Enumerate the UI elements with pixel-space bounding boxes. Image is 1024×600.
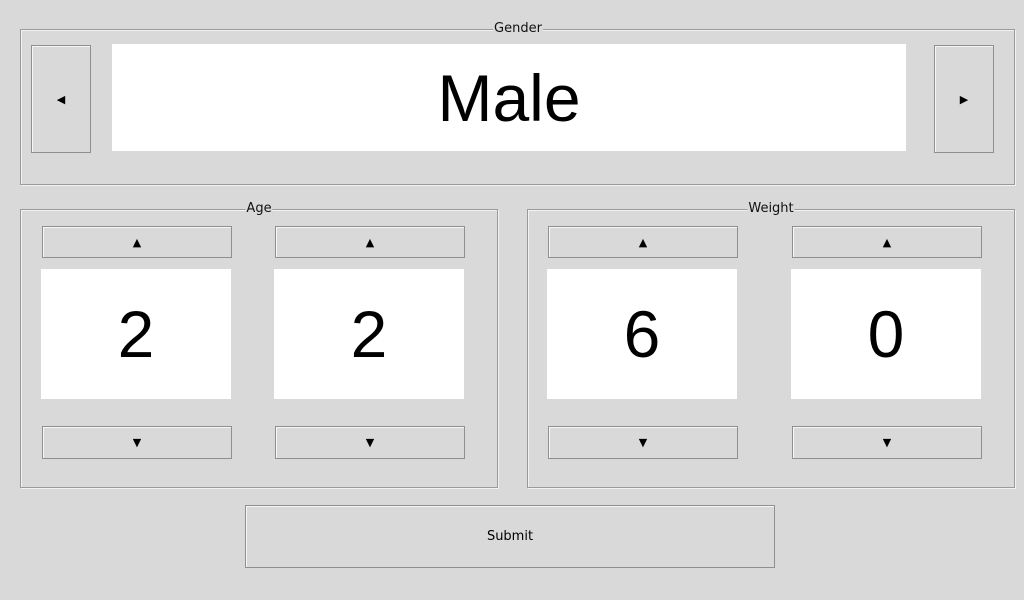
age-digit-1-up-button[interactable]: ▲ [42, 226, 232, 258]
age-digit-1-down-button[interactable]: ▼ [42, 426, 232, 459]
weight-digit-2-up-button[interactable]: ▲ [792, 226, 982, 258]
age-digit-2-value: 2 [350, 297, 388, 371]
gender-prev-button[interactable]: ◀ [31, 45, 91, 153]
age-digit-1-display: 2 [41, 269, 231, 399]
weight-group-label: Weight [747, 201, 795, 216]
age-digit-1-value: 2 [117, 297, 155, 371]
weight-digit-1-up-button[interactable]: ▲ [548, 226, 738, 258]
age-digit-2-up-button[interactable]: ▲ [275, 226, 465, 258]
gender-next-button[interactable]: ▶ [934, 45, 994, 153]
down-triangle-icon: ▼ [365, 436, 375, 449]
right-triangle-icon: ▶ [959, 92, 969, 106]
left-triangle-icon: ◀ [56, 92, 66, 106]
down-triangle-icon: ▼ [882, 436, 892, 449]
app-window: Gender ◀ Male ▶ Age ▲ 2 ▼ ▲ 2 ▼ Weight ▲… [0, 0, 1024, 600]
gender-value-display: Male [112, 44, 906, 151]
up-triangle-icon: ▲ [132, 235, 142, 249]
submit-button-label: Submit [486, 529, 534, 544]
up-triangle-icon: ▲ [638, 235, 648, 249]
up-triangle-icon: ▲ [365, 235, 375, 249]
weight-digit-2-value: 0 [867, 297, 905, 371]
weight-digit-1-value: 6 [623, 297, 661, 371]
age-digit-2-down-button[interactable]: ▼ [275, 426, 465, 459]
age-group-label: Age [245, 201, 273, 216]
weight-digit-2-down-button[interactable]: ▼ [792, 426, 982, 459]
down-triangle-icon: ▼ [638, 436, 648, 449]
down-triangle-icon: ▼ [132, 436, 142, 449]
weight-digit-1-display: 6 [547, 269, 737, 399]
up-triangle-icon: ▲ [882, 235, 892, 249]
gender-value: Male [437, 60, 581, 135]
weight-digit-2-display: 0 [791, 269, 981, 399]
submit-button[interactable]: Submit [245, 505, 775, 568]
age-digit-2-display: 2 [274, 269, 464, 399]
weight-digit-1-down-button[interactable]: ▼ [548, 426, 738, 459]
gender-group-label: Gender [493, 21, 543, 36]
